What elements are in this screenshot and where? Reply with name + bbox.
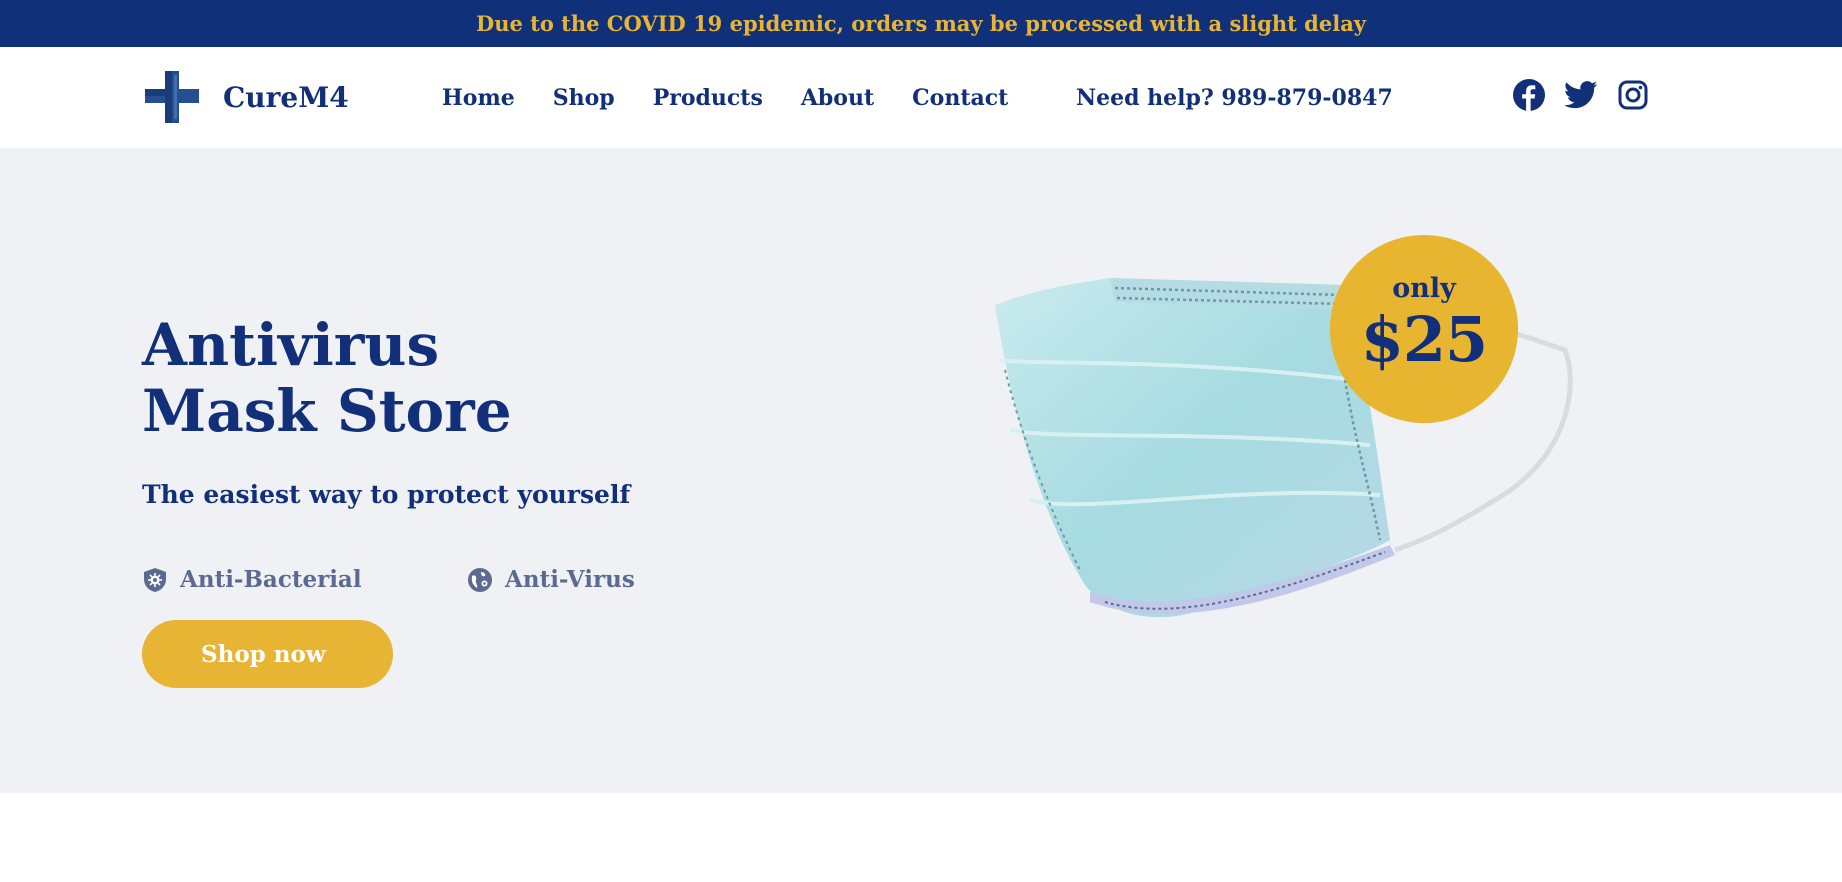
nav-home[interactable]: Home: [442, 85, 515, 111]
brand-logo[interactable]: CureM4: [143, 69, 349, 125]
price-only-label: only: [1392, 273, 1456, 304]
facebook-icon[interactable]: [1512, 78, 1546, 112]
twitter-icon[interactable]: [1564, 78, 1598, 112]
shop-now-button[interactable]: Shop now: [142, 620, 393, 688]
feature-label: Anti-Bacterial: [180, 566, 362, 593]
price-value: $25: [1360, 303, 1488, 376]
medical-cross-icon: [145, 71, 199, 123]
instagram-icon[interactable]: [1616, 78, 1650, 112]
hero-section: Antivirus Mask Store The easiest way to …: [0, 148, 1842, 793]
nav-about[interactable]: About: [801, 85, 874, 111]
announcement-text: Due to the COVID 19 epidemic, orders may…: [475, 11, 1367, 36]
nav-contact[interactable]: Contact: [912, 85, 1008, 111]
hero-title: Antivirus Mask Store: [142, 312, 512, 444]
globe-virus-icon: [468, 567, 492, 592]
help-phone[interactable]: Need help? 989-879-0847: [1076, 47, 1393, 148]
hero-subtitle: The easiest way to protect yourself: [142, 480, 631, 509]
feature-anti-bacterial: Anti-Bacterial: [142, 566, 362, 593]
nav-products[interactable]: Products: [653, 85, 763, 111]
social-links: [1512, 78, 1650, 112]
feature-anti-virus: Anti-Virus: [467, 566, 635, 593]
nav-shop[interactable]: Shop: [553, 85, 615, 111]
feature-label: Anti-Virus: [505, 566, 635, 593]
hero-title-line2: Mask Store: [142, 377, 512, 445]
site-header: CureM4 Home Shop Products About Contact …: [0, 47, 1842, 148]
main-nav: Home Shop Products About Contact: [442, 47, 1046, 148]
brand-name: CureM4: [223, 80, 349, 114]
hero-title-line1: Antivirus: [142, 311, 440, 379]
shield-virus-icon: [144, 567, 166, 592]
price-badge: only $25: [1330, 235, 1518, 423]
announcement-bar: Due to the COVID 19 epidemic, orders may…: [0, 0, 1842, 47]
